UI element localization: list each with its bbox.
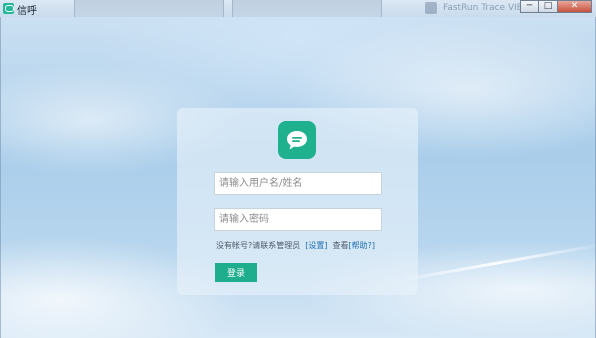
chat-bubble-icon — [278, 121, 316, 159]
background-window-ghost — [232, 0, 382, 17]
chat-bubble-icon — [3, 3, 14, 14]
password-input[interactable] — [214, 208, 382, 231]
settings-link[interactable]: [设置] — [305, 241, 327, 250]
help-link[interactable]: [帮助?] — [349, 241, 376, 250]
window-controls: ─ □ ✕ — [520, 0, 592, 13]
view-text: 查看 — [332, 241, 349, 250]
window-title: 信呼 — [17, 6, 37, 17]
maximize-button[interactable]: □ — [539, 0, 558, 13]
login-button[interactable]: 登录 — [215, 263, 257, 282]
no-account-text: 没有帐号?请联系管理员 — [216, 241, 301, 250]
username-input[interactable] — [214, 172, 382, 195]
close-button[interactable]: ✕ — [558, 0, 592, 13]
login-panel: 没有帐号?请联系管理员 [设置] 查看[帮助?] 登录 — [177, 108, 418, 295]
title-bar: FastRun Trace VIE 信呼 ─ □ ✕ — [0, 0, 596, 17]
help-line: 没有帐号?请联系管理员 [设置] 查看[帮助?] — [216, 240, 375, 251]
background-window-ghost — [74, 0, 224, 17]
background-app-icon — [425, 2, 437, 14]
window-frame-left — [0, 17, 1, 338]
minimize-button[interactable]: ─ — [520, 0, 539, 13]
